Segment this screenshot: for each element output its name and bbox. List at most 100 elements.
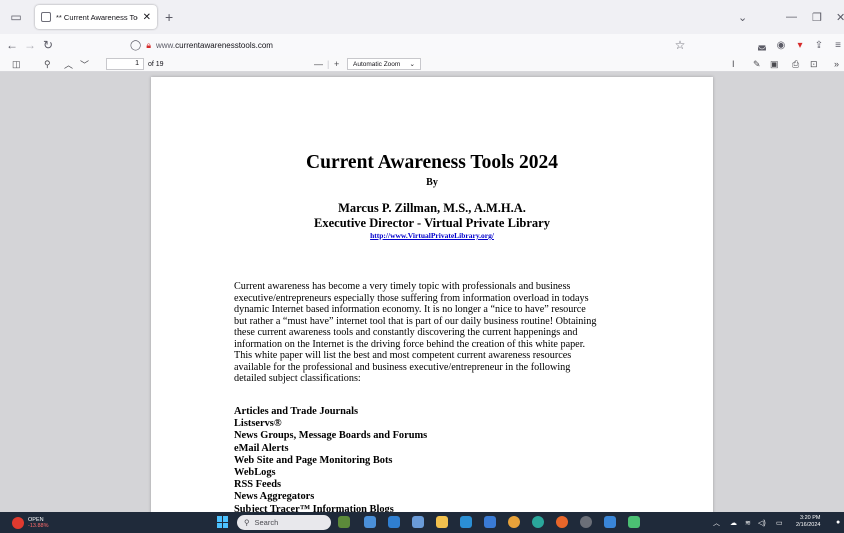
new-tab-icon[interactable]: + [165, 9, 173, 25]
volume-icon[interactable]: ◁) [758, 512, 766, 533]
list-item: WebLogs [234, 467, 276, 479]
notification-icon[interactable]: ● [836, 512, 840, 533]
app-icon[interactable] [604, 516, 616, 528]
next-page-icon[interactable]: ﹀ [80, 56, 89, 72]
paragraph-line: detailed subject classifications: [234, 373, 361, 385]
previous-page-icon[interactable]: ︿ [64, 56, 73, 72]
shield-icon[interactable]: ◯ [130, 40, 141, 51]
paragraph-line: but rather a “must have” internet tool t… [234, 315, 597, 327]
tab-current[interactable]: ** Current Awareness Tools 2024 ** ✕ [35, 5, 157, 29]
windows-start-icon[interactable] [217, 516, 229, 528]
lock-icon[interactable]: 🔒︎ [146, 40, 151, 51]
close-icon[interactable]: ✕ [143, 12, 151, 23]
paragraph-line: information on the Internet is the drivi… [234, 338, 586, 350]
menu-icon[interactable]: ≡ [832, 34, 844, 56]
document-title: Current Awareness Tools 2024 [306, 152, 558, 173]
url-bar[interactable]: ◯ 🔒︎ www.currentawarenesstools.com [130, 37, 690, 53]
document-intro-paragraph: Current awareness has become a very time… [234, 281, 634, 385]
search-icon: ⚲ [244, 518, 250, 527]
image-icon[interactable]: ▣ [770, 56, 779, 72]
paragraph-line: dynamic Internet based information econo… [234, 304, 586, 316]
paragraph-line: available for the professional and busin… [234, 361, 571, 373]
url-domain: currentawarenesstools.com [175, 40, 273, 50]
tab-list-icon[interactable]: ▭ [5, 6, 27, 28]
page-count: of 19 [148, 60, 164, 68]
pdf-doc-icon [41, 12, 51, 22]
navigation-bar: ← → ↻ ◯ 🔒︎ www.currentawarenesstools.com… [0, 34, 844, 56]
url-text[interactable]: www.currentawarenesstools.com [156, 41, 273, 50]
restore-icon[interactable]: ❐ [812, 0, 822, 34]
close-window-icon[interactable]: ✕ [836, 0, 844, 34]
print-icon[interactable]: ⎙ [792, 56, 799, 72]
stock-widget-text: OPEN -13.88% [28, 517, 49, 529]
document-link[interactable]: http://www.VirtualPrivateLibrary.org/ [151, 231, 713, 240]
taskbar-clock[interactable]: 3:20 PM 2/16/2024 [796, 515, 820, 529]
stock-alert-icon [12, 516, 24, 529]
pdf-viewer[interactable]: Current Awareness Tools 2024 By Marcus P… [0, 72, 844, 512]
edge-icon[interactable] [460, 516, 472, 528]
minimize-icon[interactable]: — [786, 0, 797, 34]
stock-widget[interactable]: OPEN -13.88% [12, 514, 49, 531]
save-icon[interactable]: ⊡ [810, 56, 818, 72]
document-author-role: Executive Director - Virtual Private Lib… [314, 216, 550, 230]
reload-icon[interactable]: ↻ [40, 34, 56, 56]
zoom-value: Automatic Zoom [353, 60, 401, 68]
search-label: Search [254, 518, 279, 527]
app-icon[interactable] [532, 516, 544, 528]
mail-icon[interactable] [484, 516, 496, 528]
teams-icon[interactable] [412, 516, 424, 528]
url-prefix: www. [156, 40, 176, 50]
battery-icon[interactable]: ▭ [776, 512, 783, 533]
paragraph-line: executive/entrepreneurs especially those… [234, 292, 589, 304]
list-item: RSS Feeds [234, 479, 282, 491]
task-view-icon[interactable] [388, 516, 400, 528]
list-item: News Groups, Message Boards and Forums [234, 430, 428, 442]
paragraph-line: Current awareness has become a very time… [234, 281, 571, 292]
document-byline: By [426, 177, 438, 188]
list-item: eMail Alerts [234, 442, 289, 454]
widget-icon[interactable] [338, 516, 350, 528]
chevron-down-icon: ⌄ [409, 61, 415, 68]
firefox-icon[interactable] [556, 516, 568, 528]
copilot-icon[interactable] [364, 516, 376, 528]
text-tool-icon[interactable]: I [732, 56, 735, 72]
list-item: Listservs® [234, 418, 282, 430]
paragraph-line: these current awareness tools and consta… [234, 327, 578, 339]
file-explorer-icon[interactable] [436, 516, 448, 528]
tab-strip: ▭ ** Current Awareness Tools 2024 ** ✕ +… [0, 0, 844, 34]
sidebar-toggle-icon[interactable]: ◫ [12, 56, 21, 72]
subject-list: Articles and Trade Journals Listservs® N… [234, 406, 634, 512]
paragraph-line: This white paper will list the best and … [234, 350, 572, 362]
wifi-icon[interactable]: ≋ [745, 512, 751, 533]
stock-change: -13.88% [28, 522, 49, 529]
page-number-input[interactable]: 1 [106, 58, 144, 70]
clock-date: 2/16/2024 [796, 522, 821, 528]
zoom-in-button[interactable]: + [334, 56, 339, 72]
app-icon[interactable] [628, 516, 640, 528]
list-item: Articles and Trade Journals [234, 406, 359, 417]
app-icon[interactable] [580, 516, 592, 528]
tab-title: ** Current Awareness Tools 2024 ** [56, 12, 138, 22]
list-item: Subject Tracer™ Information Blogs [234, 503, 394, 512]
back-icon[interactable]: ← [4, 34, 20, 56]
find-icon[interactable]: ⚲ [44, 56, 51, 72]
pocket-icon[interactable]: ◛ [755, 34, 769, 56]
bookmark-star-icon[interactable]: ☆ [672, 34, 688, 56]
chrome-icon[interactable] [508, 516, 520, 528]
document-author: Marcus P. Zillman, M.S., A.M.H.A. [338, 201, 526, 215]
share-icon[interactable]: ⇪ [812, 34, 826, 56]
chevron-up-icon[interactable]: ︿ [713, 512, 720, 533]
zoom-select[interactable]: Automatic Zoom ⌄ [347, 58, 421, 70]
zoom-out-button[interactable]: — [314, 56, 323, 72]
forward-icon[interactable]: → [22, 34, 38, 56]
account-icon[interactable]: ◉ [774, 34, 788, 56]
more-tools-icon[interactable]: » [834, 56, 839, 72]
draw-icon[interactable]: ✎ [753, 56, 761, 72]
toolbar-divider: | [327, 59, 330, 69]
taskbar: OPEN -13.88% ⚲ Search ︿ ☁ ≋ ◁) ▭ 3:20 PM… [0, 512, 844, 533]
taskbar-search[interactable]: ⚲ Search [237, 515, 331, 530]
cloud-icon[interactable]: ☁ [730, 512, 737, 533]
clock-time: 3:20 PM [799, 515, 821, 521]
extension-icon[interactable]: ▾ [793, 34, 807, 56]
chevron-down-icon[interactable]: ⌄ [738, 0, 747, 34]
